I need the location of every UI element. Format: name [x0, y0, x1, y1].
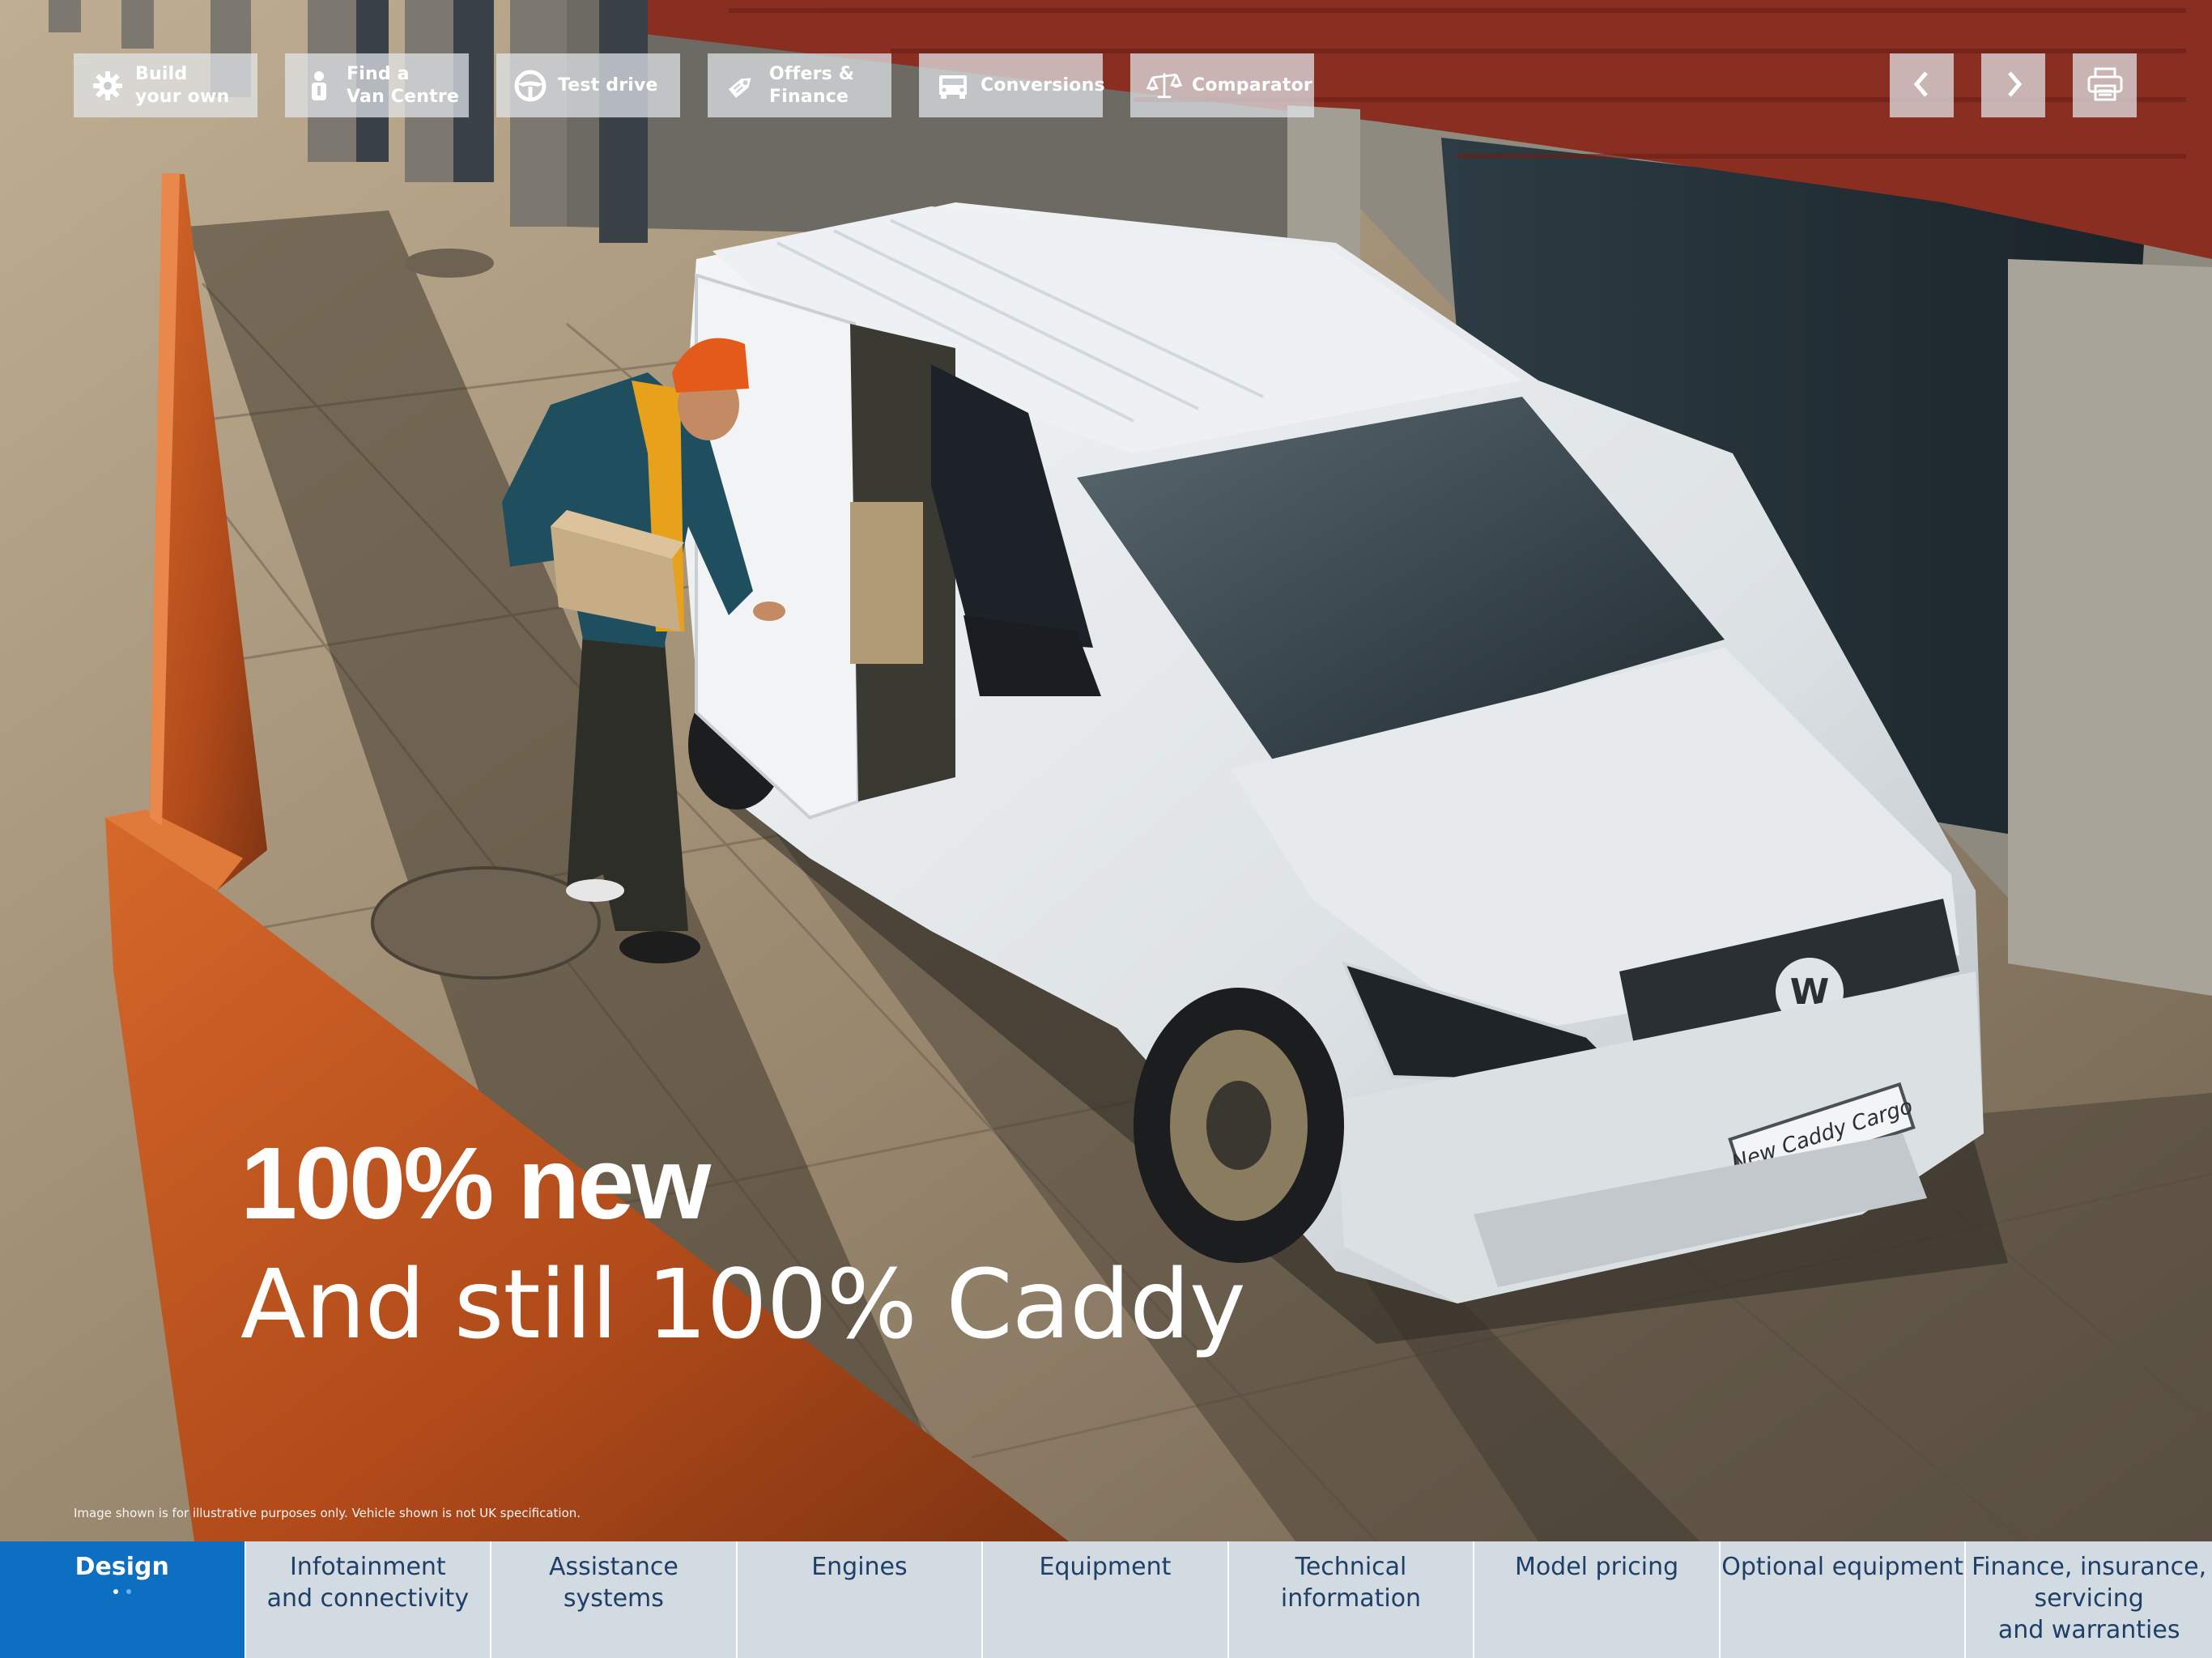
hero-headline: 100% new And still 100% Caddy [240, 1126, 1246, 1365]
test-drive-button[interactable]: Test drive [496, 53, 680, 117]
tab-assistance-systems[interactable]: Assistance systems [491, 1541, 738, 1658]
gear-icon [90, 68, 125, 104]
person-icon [301, 68, 337, 104]
headline-secondary: And still 100% Caddy [240, 1248, 1246, 1360]
tab-model-pricing[interactable]: Model pricing [1474, 1541, 1721, 1658]
tab-finance-insurance[interactable]: Finance, insurance, servicing and warran… [1966, 1541, 2212, 1658]
scales-icon [1146, 68, 1182, 104]
tab-optional-equipment[interactable]: Optional equipment [1721, 1541, 1967, 1658]
conversions-button[interactable]: Conversions [919, 53, 1105, 117]
tab-label: Technical information [1280, 1553, 1422, 1613]
printer-icon [2087, 66, 2124, 105]
price-tag-icon [724, 68, 759, 104]
build-your-own-label: Build your own [135, 63, 230, 107]
steering-wheel-icon [513, 68, 548, 104]
tab-infotainment[interactable]: Infotainment and connectivity [246, 1541, 492, 1658]
tab-label: Equipment [1039, 1553, 1172, 1581]
tab-label: Model pricing [1514, 1553, 1679, 1581]
chevron-right-icon [2001, 70, 2026, 102]
tab-equipment[interactable]: Equipment [983, 1541, 1229, 1658]
page-dots [113, 1589, 131, 1594]
tab-label: Engines [811, 1553, 908, 1581]
print-button[interactable] [2073, 53, 2137, 117]
comparator-label: Comparator [1192, 74, 1312, 96]
tab-label: Infotainment and connectivity [266, 1553, 470, 1613]
comparator-button[interactable]: Comparator [1130, 53, 1314, 117]
tab-label: Optional equipment [1721, 1553, 1963, 1581]
page-dot-active[interactable] [113, 1589, 118, 1594]
tab-design[interactable]: Design [0, 1541, 246, 1658]
build-your-own-button[interactable]: Build your own [74, 53, 257, 117]
tab-label: Assistance systems [548, 1553, 678, 1613]
tab-technical-information[interactable]: Technical information [1229, 1541, 1475, 1658]
tab-label: Finance, insurance, servicing and warran… [1972, 1553, 2207, 1644]
offers-finance-button[interactable]: Offers & Finance [708, 53, 891, 117]
find-van-centre-label: Find a Van Centre [347, 63, 460, 107]
chevron-left-icon [1910, 70, 1934, 102]
tab-engines[interactable]: Engines [738, 1541, 984, 1658]
offers-finance-label: Offers & Finance [769, 63, 855, 107]
image-disclaimer: Image shown is for illustrative purposes… [74, 1506, 581, 1520]
van-icon [935, 68, 971, 104]
section-tab-bar: Design Infotainment and connectivity Ass… [0, 1541, 2212, 1658]
page-dot[interactable] [125, 1589, 131, 1594]
headline-primary: 100% new [240, 1126, 711, 1240]
conversions-label: Conversions [981, 74, 1105, 96]
find-van-centre-button[interactable]: Find a Van Centre [285, 53, 469, 117]
previous-page-button[interactable] [1890, 53, 1954, 117]
tab-label: Design [74, 1553, 169, 1581]
test-drive-label: Test drive [558, 74, 658, 96]
next-page-button[interactable] [1981, 53, 2045, 117]
